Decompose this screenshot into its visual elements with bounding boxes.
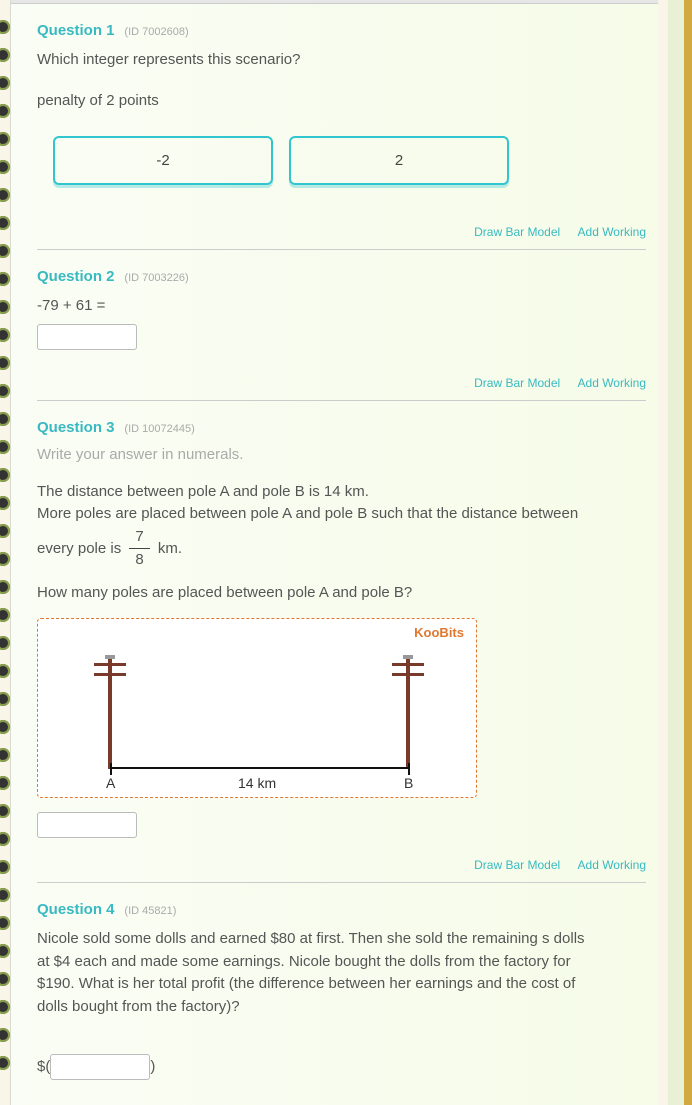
fraction-numerator: 7 — [129, 526, 149, 549]
question-3-line1: The distance between pole A and pole B i… — [37, 481, 646, 504]
answer-prefix: $( — [37, 1058, 50, 1075]
question-1-scenario: penalty of 2 points — [37, 90, 646, 113]
question-3-header: Question 3 (ID 10072445) — [37, 419, 646, 436]
question-3-diagram: KooBits A B 14 km — [37, 618, 477, 798]
question-2-links: Draw Bar Model Add Working — [37, 376, 646, 390]
question-1-prompt: Which integer represents this scenario? — [37, 49, 646, 72]
q3-pre: every pole is — [37, 539, 125, 556]
question-4-body: Nicole sold some dolls and earned $80 at… — [37, 928, 597, 1018]
diagram-brand: KooBits — [414, 625, 464, 640]
question-2-title: Question 2 — [37, 268, 115, 285]
measure-line — [110, 767, 410, 769]
spiral-binding — [0, 0, 10, 1105]
question-2-prompt: -79 + 61 = — [37, 295, 646, 318]
diagram-label-a: A — [106, 775, 115, 791]
worksheet-content: Question 1 (ID 7002608) Which integer re… — [10, 0, 658, 1105]
question-4-answer-row: $() — [37, 1054, 646, 1080]
question-3-line2b: every pole is 7 8 km. — [37, 526, 646, 572]
draw-bar-model-link[interactable]: Draw Bar Model — [474, 225, 560, 239]
question-3-id: (ID 10072445) — [124, 423, 194, 435]
question-1-title: Question 1 — [37, 22, 115, 39]
answer-suffix: ) — [150, 1058, 155, 1075]
top-divider — [11, 0, 658, 4]
question-1-id: (ID 7002608) — [124, 26, 188, 38]
pole-b-icon — [406, 659, 410, 769]
question-3-answer-input[interactable] — [37, 812, 137, 838]
question-4: Question 4 (ID 45821) Nicole sold some d… — [37, 901, 646, 1090]
question-3-title: Question 3 — [37, 419, 115, 436]
question-1-header: Question 1 (ID 7002608) — [37, 22, 646, 39]
question-4-header: Question 4 (ID 45821) — [37, 901, 646, 918]
draw-bar-model-link[interactable]: Draw Bar Model — [474, 376, 560, 390]
choice-neg-2[interactable]: -2 — [53, 136, 273, 185]
fraction-denominator: 8 — [129, 549, 149, 572]
edge-inner — [668, 0, 684, 1105]
pole-a-icon — [108, 659, 112, 769]
fraction-7-8: 7 8 — [129, 526, 149, 572]
edge-gold — [684, 0, 692, 1105]
add-working-link[interactable]: Add Working — [578, 858, 646, 872]
diagram-label-dist: 14 km — [238, 775, 276, 791]
question-4-id: (ID 45821) — [124, 905, 176, 917]
choice-2[interactable]: 2 — [289, 136, 509, 185]
add-working-link[interactable]: Add Working — [578, 225, 646, 239]
question-1: Question 1 (ID 7002608) Which integer re… — [37, 22, 646, 250]
question-3-hint: Write your answer in numerals. — [37, 446, 646, 463]
question-3: Question 3 (ID 10072445) Write your answ… — [37, 419, 646, 884]
question-2: Question 2 (ID 7003226) -79 + 61 = Draw … — [37, 268, 646, 401]
question-2-answer-input[interactable] — [37, 324, 137, 350]
question-3-links: Draw Bar Model Add Working — [37, 858, 646, 872]
question-3-line3: How many poles are placed between pole A… — [37, 582, 646, 605]
question-2-header: Question 2 (ID 7003226) — [37, 268, 646, 285]
question-1-choices: -2 2 — [53, 136, 646, 185]
question-3-line2a: More poles are placed between pole A and… — [37, 503, 646, 526]
diagram-label-b: B — [404, 775, 413, 791]
question-4-title: Question 4 — [37, 901, 115, 918]
q3-post: km. — [158, 539, 182, 556]
draw-bar-model-link[interactable]: Draw Bar Model — [474, 858, 560, 872]
question-1-links: Draw Bar Model Add Working — [37, 225, 646, 239]
question-2-id: (ID 7003226) — [124, 272, 188, 284]
add-working-link[interactable]: Add Working — [578, 376, 646, 390]
question-4-answer-input[interactable] — [50, 1054, 150, 1080]
